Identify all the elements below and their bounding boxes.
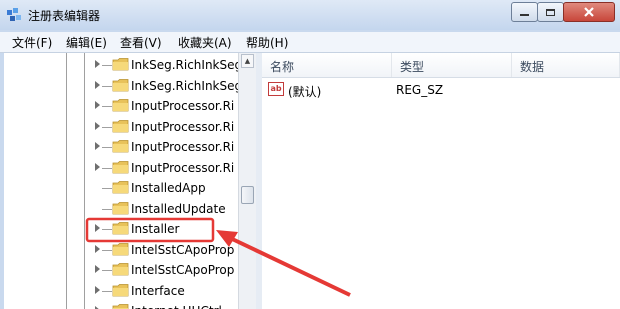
highlight-box [85,217,215,243]
annotation-overlay [85,217,351,297]
arrow-shaft [227,235,351,297]
